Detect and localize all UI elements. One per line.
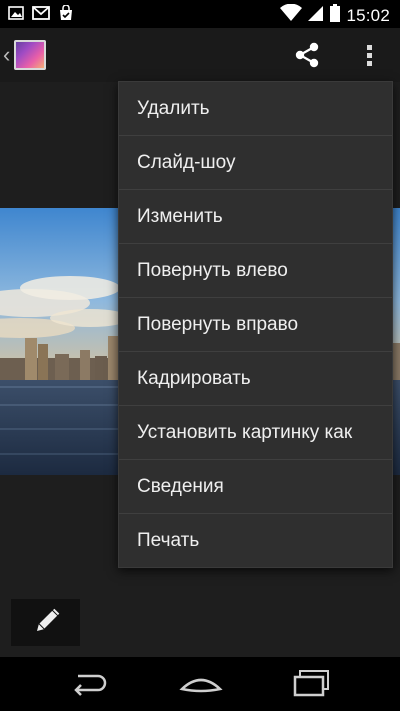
menu-item-rotate-left[interactable]: Повернуть влево — [119, 244, 392, 298]
system-status: 15:02 — [280, 3, 390, 27]
gallery-app-icon[interactable] — [14, 40, 46, 70]
cell-signal-icon — [308, 4, 324, 27]
wifi-icon — [280, 3, 303, 27]
status-bar: 15:02 — [0, 0, 400, 28]
battery-icon — [330, 4, 341, 27]
back-icon[interactable] — [68, 671, 110, 697]
navigation-bar — [0, 657, 400, 711]
shopping-bag-icon — [58, 4, 74, 26]
share-icon — [295, 42, 319, 68]
screen: 15:02 ‹ Удалить Слайд-шоу Изменить Повер… — [0, 0, 400, 711]
up-caret-icon[interactable]: ‹ — [3, 42, 10, 68]
edit-button[interactable] — [11, 599, 80, 646]
share-button[interactable] — [290, 38, 324, 72]
action-bar: ‹ — [0, 28, 400, 82]
pencil-icon — [37, 608, 60, 631]
menu-item-print[interactable]: Печать — [119, 514, 392, 567]
menu-item-crop[interactable]: Кадрировать — [119, 352, 392, 406]
clock: 15:02 — [346, 5, 390, 25]
overflow-menu-button[interactable] — [358, 38, 382, 72]
home-icon[interactable] — [178, 669, 224, 695]
menu-item-slideshow[interactable]: Слайд-шоу — [119, 136, 392, 190]
overflow-menu: Удалить Слайд-шоу Изменить Повернуть вле… — [118, 81, 393, 568]
overflow-menu-icon — [367, 45, 372, 66]
menu-item-edit[interactable]: Изменить — [119, 190, 392, 244]
menu-item-rotate-right[interactable]: Повернуть вправо — [119, 298, 392, 352]
image-icon — [8, 6, 24, 25]
menu-item-set-picture-as[interactable]: Установить картинку как — [119, 406, 392, 460]
recent-apps-icon[interactable] — [292, 669, 332, 697]
menu-item-delete[interactable]: Удалить — [119, 82, 392, 136]
notification-icons — [8, 4, 74, 26]
menu-item-details[interactable]: Сведения — [119, 460, 392, 514]
gmail-icon — [32, 6, 50, 25]
